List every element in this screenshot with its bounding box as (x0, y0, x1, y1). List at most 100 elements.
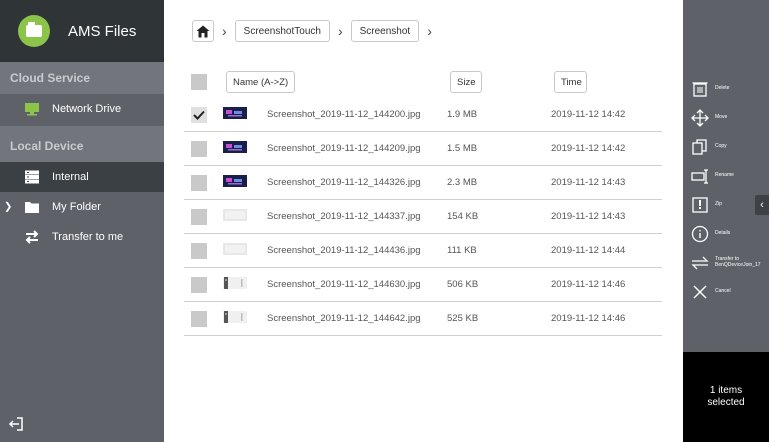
file-name: Screenshot_2019-11-12_144200.jpg (267, 109, 421, 120)
file-size: 506 KB (447, 279, 479, 290)
trash-icon (691, 80, 709, 98)
sidebar-item-transfer-to-me[interactable]: Transfer to me (0, 222, 164, 252)
file-name: Screenshot_2019-11-12_144337.jpg (267, 211, 421, 222)
transfer-icon (691, 254, 709, 272)
file-name: Screenshot_2019-11-12_144209.jpg (267, 143, 421, 154)
home-icon (196, 25, 210, 37)
section-cloud-service: Cloud Service (0, 62, 164, 94)
app-header: AMS Files (0, 0, 164, 62)
chevron-right-icon[interactable]: ❯ (4, 202, 12, 213)
table-header: Name (A->Z) Size Time (184, 66, 662, 98)
action-move-button[interactable]: Move (683, 103, 769, 132)
breadcrumb-item[interactable]: ScreenshotTouch (234, 20, 330, 42)
file-size: 154 KB (447, 211, 479, 222)
sidebar-item-label: Transfer to me (52, 231, 124, 243)
chevron-left-icon[interactable]: ‹ (755, 195, 769, 215)
sidebar-item-network-drive[interactable]: Network Drive (0, 94, 164, 124)
file-size: 525 KB (447, 313, 479, 324)
folder-icon (25, 202, 39, 213)
file-table: Name (A->Z) Size Time Screenshot_2019-11… (184, 66, 662, 336)
move-icon (691, 108, 709, 127)
file-browser: › ScreenshotTouch › Screenshot › Name (A… (164, 0, 683, 442)
action-label: Move (715, 113, 728, 120)
action-details-button[interactable]: Details (683, 219, 769, 248)
info-icon (691, 225, 709, 243)
zip-icon (691, 196, 709, 214)
app-logo-icon (18, 15, 50, 47)
row-checkbox[interactable] (191, 276, 207, 293)
selected-label: selected (707, 397, 745, 408)
file-time: 2019-11-12 14:46 (551, 279, 626, 290)
logout-icon[interactable] (8, 416, 24, 432)
sidebar-item-label: My Folder (52, 201, 101, 213)
file-time: 2019-11-12 14:46 (551, 313, 626, 324)
image-thumbnail (207, 106, 247, 124)
file-size: 2.3 MB (447, 177, 478, 188)
row-checkbox[interactable] (191, 242, 207, 259)
image-thumbnail (207, 140, 247, 158)
image-thumbnail (207, 242, 247, 260)
sidebar-item-label: Internal (52, 171, 89, 183)
sidebar-item-label: Network Drive (52, 103, 122, 115)
action-cancel-button[interactable]: Cancel (683, 277, 769, 306)
section-local-device: Local Device (0, 130, 164, 162)
action-panel: Delete Move Copy Rename Zip Details Transfer t… (683, 0, 769, 442)
home-button[interactable] (192, 20, 214, 42)
image-thumbnail (207, 276, 247, 294)
file-name: Screenshot_2019-11-12_144630.jpg (267, 279, 421, 290)
table-row[interactable]: Screenshot_2019-11-12_144642.jpg 525 KB 20… (184, 302, 662, 336)
sidebar-item-internal[interactable]: Internal (0, 162, 164, 192)
table-row[interactable]: Screenshot_2019-11-12_144200.jpg 1.9 MB 20… (184, 98, 662, 132)
table-row[interactable]: Screenshot_2019-11-12_144326.jpg 2.3 MB 20… (184, 166, 662, 200)
app-title: AMS Files (68, 22, 137, 40)
sidebar-item-my-folder[interactable]: ❯ My Folder (0, 192, 164, 222)
rename-icon (691, 167, 709, 185)
breadcrumb: › ScreenshotTouch › Screenshot › (192, 20, 440, 42)
file-name: Screenshot_2019-11-12_144642.jpg (267, 313, 421, 324)
storage-icon (25, 170, 39, 184)
select-all-checkbox[interactable] (191, 74, 207, 90)
close-icon (691, 283, 709, 301)
table-row[interactable]: Screenshot_2019-11-12_144209.jpg 1.5 MB 20… (184, 132, 662, 166)
breadcrumb-item[interactable]: Screenshot (350, 20, 420, 42)
action-label: Transfer to BenQDeviceJoin_17 (715, 256, 761, 268)
sort-size-button[interactable]: Size (450, 71, 483, 93)
file-name: Screenshot_2019-11-12_144326.jpg (267, 177, 421, 188)
sort-name-button[interactable]: Name (A->Z) (226, 71, 296, 93)
table-row[interactable]: Screenshot_2019-11-12_144436.jpg 111 KB 20… (184, 234, 662, 268)
action-rename-button[interactable]: Rename (683, 161, 769, 190)
image-thumbnail (207, 208, 247, 226)
file-time: 2019-11-12 14:43 (551, 177, 626, 188)
row-checkbox[interactable] (191, 106, 207, 123)
row-checkbox[interactable] (191, 174, 207, 191)
network-drive-icon (25, 103, 39, 116)
sort-time-button[interactable]: Time (554, 71, 587, 93)
file-time: 2019-11-12 14:42 (551, 109, 626, 120)
action-transfer-to-button[interactable]: Transfer to BenQDeviceJoin_17 (683, 248, 769, 277)
selection-status: 1 items selected (683, 352, 769, 442)
row-checkbox[interactable] (191, 140, 207, 157)
row-checkbox[interactable] (191, 208, 207, 225)
file-size: 1.5 MB (447, 143, 478, 154)
action-label: Cancel (715, 287, 731, 294)
chevron-right-icon: › (337, 23, 343, 39)
action-label: Zip (715, 200, 722, 207)
action-delete-button[interactable]: Delete (683, 74, 769, 103)
chevron-right-icon: › (427, 23, 432, 39)
image-thumbnail (207, 174, 247, 192)
table-row[interactable]: Screenshot_2019-11-12_144337.jpg 154 KB 20… (184, 200, 662, 234)
row-checkbox[interactable] (191, 310, 207, 327)
file-name: Screenshot_2019-11-12_144436.jpg (267, 245, 421, 256)
file-time: 2019-11-12 14:43 (551, 211, 626, 222)
action-copy-button[interactable]: Copy (683, 132, 769, 161)
checkmark-icon (193, 110, 205, 120)
table-row[interactable]: Screenshot_2019-11-12_144630.jpg 506 KB 20… (184, 268, 662, 302)
action-label: Rename (715, 171, 734, 178)
file-size: 1.9 MB (447, 109, 478, 120)
action-label: Details (715, 229, 731, 236)
file-time: 2019-11-12 14:42 (551, 143, 626, 154)
sidebar: AMS Files Cloud Service Network Drive Lo… (0, 0, 164, 442)
transfer-arrows-icon (25, 230, 39, 244)
chevron-right-icon: › (222, 23, 227, 39)
copy-icon (691, 138, 709, 156)
